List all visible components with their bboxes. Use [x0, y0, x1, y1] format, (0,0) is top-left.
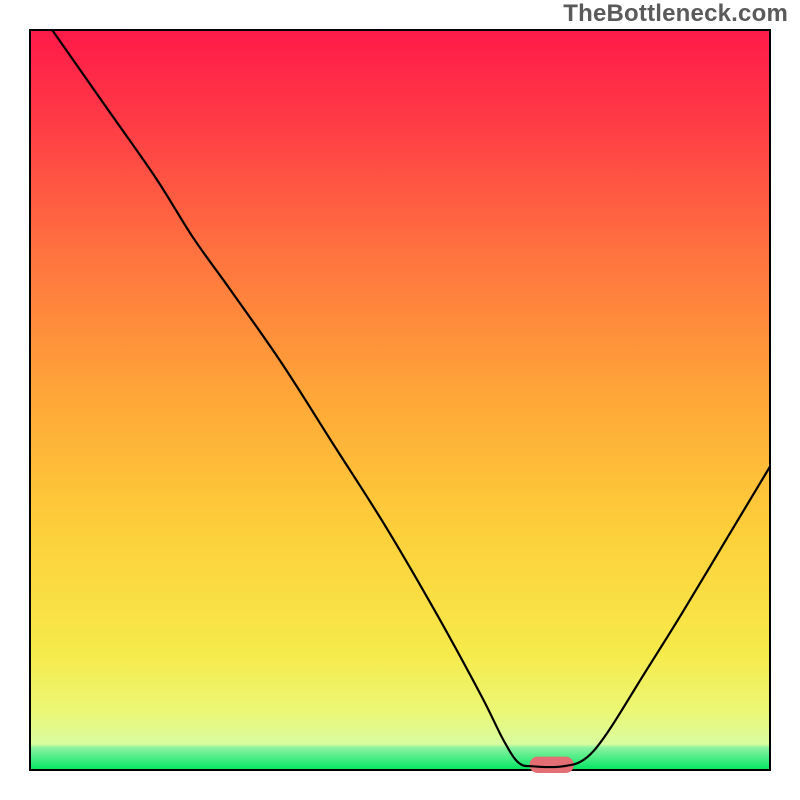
chart-svg [0, 0, 800, 800]
chart-container: TheBottleneck.com [0, 0, 800, 800]
gradient-background [30, 30, 770, 770]
watermark-label: TheBottleneck.com [563, 0, 788, 28]
